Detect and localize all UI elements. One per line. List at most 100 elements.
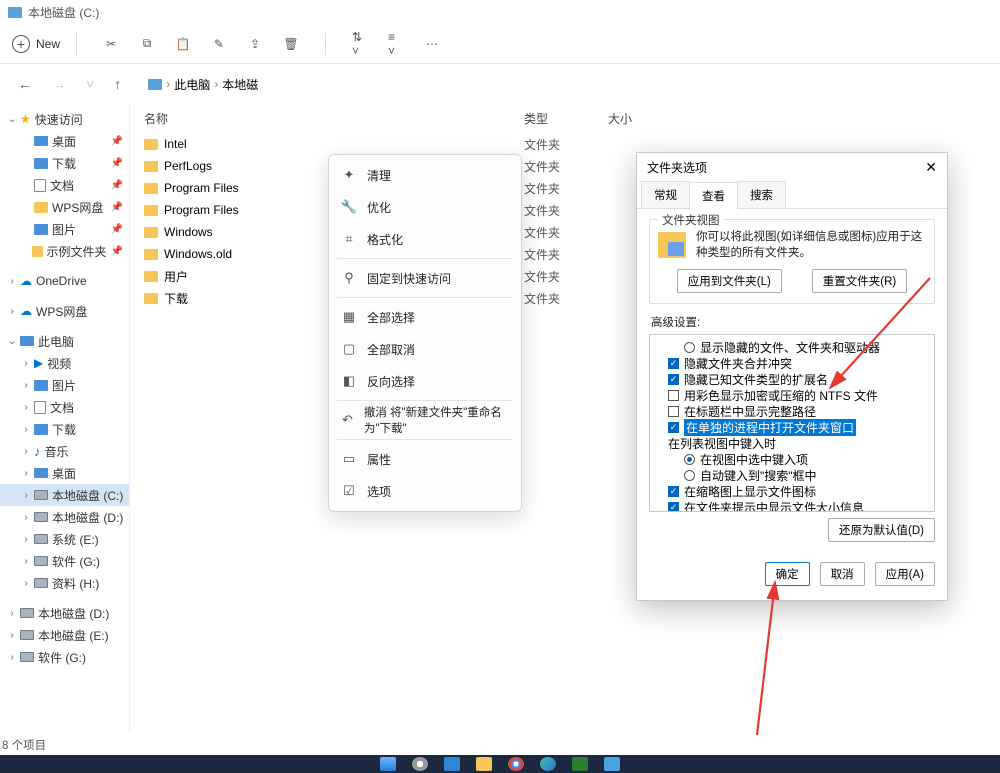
explorer-icon[interactable] <box>476 757 492 771</box>
ok-button[interactable]: 确定 <box>765 562 810 586</box>
view-icon[interactable]: ≡ ˅ <box>388 36 404 52</box>
new-button[interactable]: + New <box>12 35 60 53</box>
advanced-settings-tree[interactable]: 显示隐藏的文件、文件夹和驱动器✓隐藏文件夹合并冲突✓隐藏已知文件类型的扩展名用彩… <box>649 334 935 512</box>
chevron-icon[interactable] <box>22 424 30 435</box>
tree-node[interactable]: ✓在单独的进程中打开文件夹窗口 <box>654 419 928 435</box>
menu-select-all[interactable]: ▦全部选择 <box>329 301 521 333</box>
radio-icon[interactable] <box>684 342 695 353</box>
chevron-icon[interactable] <box>8 114 16 125</box>
nav-item[interactable]: 下载 <box>0 418 129 440</box>
taskview-icon[interactable] <box>444 757 460 771</box>
chevron-icon[interactable] <box>22 490 30 501</box>
chevron-icon[interactable] <box>8 306 16 317</box>
menu-format[interactable]: ⌗格式化 <box>329 223 521 255</box>
nav-item[interactable]: 本地磁盘 (D:) <box>0 602 129 624</box>
chevron-icon[interactable] <box>22 512 30 523</box>
nav-item[interactable]: 桌面📌 <box>0 130 129 152</box>
nav-item[interactable]: ☁WPS网盘 <box>0 300 129 322</box>
tree-node[interactable]: 用彩色显示加密或压缩的 NTFS 文件 <box>654 387 928 403</box>
recent-button[interactable]: ˅ <box>80 72 100 96</box>
cancel-button[interactable]: 取消 <box>820 562 865 586</box>
app-icon[interactable] <box>604 757 620 771</box>
tree-node[interactable]: 自动键入到"搜索"框中 <box>654 467 928 483</box>
chevron-icon[interactable] <box>22 556 30 567</box>
checkbox-icon[interactable]: ✓ <box>668 374 679 385</box>
copy-icon[interactable]: ⧉ <box>139 36 155 52</box>
chevron-icon[interactable] <box>8 276 16 287</box>
nav-item[interactable]: 桌面 <box>0 462 129 484</box>
nav-item[interactable]: 示例文件夹📌 <box>0 240 129 262</box>
chevron-icon[interactable] <box>8 608 16 619</box>
apply-to-folders-button[interactable]: 应用到文件夹(L) <box>677 269 782 293</box>
chevron-icon[interactable] <box>22 578 30 589</box>
nav-item[interactable]: 软件 (G:) <box>0 550 129 572</box>
tab-general[interactable]: 常规 <box>641 181 690 208</box>
chevron-icon[interactable] <box>8 652 16 663</box>
nav-item[interactable]: 资料 (H:) <box>0 572 129 594</box>
nav-item[interactable]: 下载📌 <box>0 152 129 174</box>
menu-select-invert[interactable]: ◧反向选择 <box>329 365 521 397</box>
checkbox-icon[interactable] <box>668 390 679 401</box>
breadcrumb[interactable]: › 此电脑 › 本地磁 <box>143 73 263 96</box>
tree-node[interactable]: 在标题栏中显示完整路径 <box>654 403 928 419</box>
chevron-icon[interactable] <box>22 358 30 369</box>
chevron-icon[interactable] <box>22 446 30 457</box>
rename-icon[interactable]: ✎ <box>211 36 227 52</box>
tab-search[interactable]: 搜索 <box>737 181 786 208</box>
sort-icon[interactable]: ⇅ ˅ <box>352 36 368 52</box>
nav-item[interactable]: 本地磁盘 (C:) <box>0 484 129 506</box>
start-icon[interactable] <box>380 757 396 771</box>
menu-optimize[interactable]: 🔧优化 <box>329 191 521 223</box>
tree-node[interactable]: ✓隐藏文件夹合并冲突 <box>654 355 928 371</box>
nav-item[interactable]: ★快速访问 <box>0 108 129 130</box>
nav-item[interactable]: WPS网盘📌 <box>0 196 129 218</box>
menu-select-none[interactable]: ▢全部取消 <box>329 333 521 365</box>
checkbox-icon[interactable]: ✓ <box>668 502 679 513</box>
nav-item[interactable]: 本地磁盘 (D:) <box>0 506 129 528</box>
paste-icon[interactable]: 📋 <box>175 36 191 52</box>
checkbox-icon[interactable]: ✓ <box>668 422 679 433</box>
nav-item[interactable]: 本地磁盘 (E:) <box>0 624 129 646</box>
nav-pane[interactable]: ★快速访问桌面📌下载📌文档📌WPS网盘📌图片📌示例文件夹📌 ☁OneDrive ☁W… <box>0 104 130 732</box>
nav-item[interactable]: 图片📌 <box>0 218 129 240</box>
delete-icon[interactable]: 🗑 <box>283 36 299 52</box>
nav-item[interactable]: 文档 <box>0 396 129 418</box>
search-icon[interactable] <box>412 757 428 771</box>
nav-item[interactable]: ☁OneDrive <box>0 270 129 292</box>
nav-item[interactable]: 系统 (E:) <box>0 528 129 550</box>
tree-node[interactable]: ✓在文件夹提示中显示文件大小信息 <box>654 499 928 512</box>
tree-node[interactable]: 显示隐藏的文件、文件夹和驱动器 <box>654 339 928 355</box>
up-button[interactable]: ↑ <box>108 72 127 96</box>
chrome-icon[interactable] <box>508 757 524 771</box>
menu-options[interactable]: ☑选项 <box>329 475 521 507</box>
tab-view[interactable]: 查看 <box>689 182 738 209</box>
checkbox-icon[interactable] <box>668 406 679 417</box>
nav-item[interactable]: ▶视频 <box>0 352 129 374</box>
back-button[interactable]: ← <box>12 72 38 96</box>
reset-folders-button[interactable]: 重置文件夹(R) <box>812 269 907 293</box>
column-headers[interactable]: 名称 类型 大小 <box>130 104 1000 133</box>
chevron-icon[interactable] <box>22 534 30 545</box>
chevron-icon[interactable] <box>22 380 30 391</box>
tree-node[interactable]: 在视图中选中键入项 <box>654 451 928 467</box>
store-icon[interactable] <box>572 757 588 771</box>
nav-item[interactable]: 软件 (G:) <box>0 646 129 668</box>
cut-icon[interactable]: ✂ <box>103 36 119 52</box>
menu-undo[interactable]: ↶撤消 将"新建文件夹"重命名为"下载" <box>329 404 521 436</box>
forward-button[interactable]: → <box>46 72 72 96</box>
tree-node[interactable]: ✓隐藏已知文件类型的扩展名 <box>654 371 928 387</box>
more-icon[interactable]: ⋯ <box>424 36 440 52</box>
radio-icon[interactable] <box>684 454 695 465</box>
nav-item[interactable]: 文档📌 <box>0 174 129 196</box>
apply-button[interactable]: 应用(A) <box>875 562 935 586</box>
restore-defaults-button[interactable]: 还原为默认值(D) <box>828 518 935 542</box>
menu-pin[interactable]: ⚲固定到快速访问 <box>329 262 521 294</box>
close-icon[interactable]: ✕ <box>925 159 937 176</box>
nav-item[interactable]: 图片 <box>0 374 129 396</box>
tree-node[interactable]: 在列表视图中键入时 <box>654 435 928 451</box>
nav-item[interactable]: ♪音乐 <box>0 440 129 462</box>
taskbar[interactable] <box>0 755 1000 773</box>
checkbox-icon[interactable]: ✓ <box>668 486 679 497</box>
checkbox-icon[interactable]: ✓ <box>668 358 679 369</box>
chevron-icon[interactable] <box>8 336 16 347</box>
